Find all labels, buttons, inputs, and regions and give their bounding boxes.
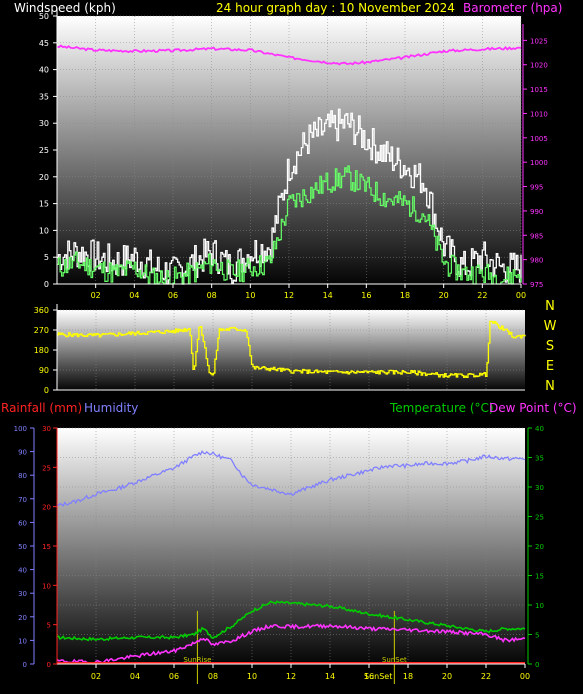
wind-x-tick-label: 22 xyxy=(477,291,487,300)
humidity-y-tick-label: 40 xyxy=(18,567,27,575)
baro-axis-title: Barometer (hpa) xyxy=(463,1,562,15)
direction-y-tick-label: 360 xyxy=(34,306,49,315)
wind-x-tick-label: 20 xyxy=(439,291,449,300)
temp-y-tick-label: 35 xyxy=(535,455,544,463)
humidity-y-tick-label: 100 xyxy=(14,425,27,433)
rain-y-tick-label: 15 xyxy=(42,543,51,551)
wind-x-tick-label: 04 xyxy=(129,291,139,300)
temp-y-tick-label: 30 xyxy=(535,484,544,492)
rain-y-tick-label: 5 xyxy=(47,622,51,630)
humidity-y-tick-label: 70 xyxy=(18,496,27,504)
temp-x-tick-label: 10 xyxy=(247,672,257,681)
humidity-y-tick-label: 50 xyxy=(18,543,27,551)
baro-y-tick-label: 1005 xyxy=(530,135,548,143)
rain-y-tick-label: 20 xyxy=(42,504,51,512)
direction-y-tick-label: 180 xyxy=(34,346,49,355)
wind-y-tick-label: 50 xyxy=(39,12,49,21)
temp-y-tick-label: 15 xyxy=(535,573,544,581)
wind-y-tick-label: 45 xyxy=(39,39,49,48)
wind-x-tick-label: 16 xyxy=(361,291,371,300)
temp-x-tick-label: 02 xyxy=(91,672,101,681)
temp-y-tick-label: 10 xyxy=(535,602,544,610)
baro-y-tick-label: 1025 xyxy=(530,37,548,45)
wind-x-tick-label: 00 xyxy=(516,291,526,300)
humidity-y-tick-label: 30 xyxy=(18,590,27,598)
wind-y-tick-label: 35 xyxy=(39,92,49,101)
temp-axis-title: Temperature (°C) xyxy=(389,401,494,415)
temp-x-tick-label: 18 xyxy=(403,672,413,681)
temp-x-tick-label: 14 xyxy=(325,672,335,681)
rain-y-tick-label: 0 xyxy=(47,661,51,669)
humidity-y-tick-label: 20 xyxy=(18,614,27,622)
compass-label: N xyxy=(545,379,555,394)
wind-y-tick-label: 0 xyxy=(44,280,49,289)
compass-label: E xyxy=(546,359,554,374)
baro-y-tick-label: 980 xyxy=(530,257,543,265)
wind-y-tick-label: 5 xyxy=(44,253,49,262)
wind-x-tick-label: 14 xyxy=(323,291,333,300)
temp-y-tick-label: 5 xyxy=(535,632,539,640)
wind-x-tick-label: 12 xyxy=(284,291,294,300)
baro-y-tick-label: 1010 xyxy=(530,110,548,118)
wind-y-tick-label: 20 xyxy=(39,173,49,182)
humidity-y-tick-label: 90 xyxy=(18,449,27,457)
wind-x-tick-label: 02 xyxy=(91,291,101,300)
wind-x-tick-label: 08 xyxy=(207,291,217,300)
wind-x-tick-label: 18 xyxy=(400,291,410,300)
baro-y-tick-label: 1020 xyxy=(530,62,548,70)
wind-axis-title: Windspeed (kph) xyxy=(14,1,116,15)
dew-axis-title: Dew Point (°C) xyxy=(489,401,577,415)
temp-y-tick-label: 20 xyxy=(535,543,544,551)
temp-y-tick-label: 25 xyxy=(535,514,544,522)
compass-label: N xyxy=(545,299,555,314)
sunset-bottom-label: SunSet xyxy=(364,672,392,681)
baro-y-tick-label: 990 xyxy=(530,208,543,216)
humidity-y-tick-label: 0 xyxy=(23,661,27,669)
temp-x-tick-label: 22 xyxy=(481,672,491,681)
baro-y-tick-label: 1000 xyxy=(530,159,548,167)
humidity-y-tick-label: 80 xyxy=(18,472,27,480)
humidity-y-tick-label: 10 xyxy=(18,637,27,645)
baro-y-tick-label: 1015 xyxy=(530,86,548,94)
wind-y-tick-label: 30 xyxy=(39,119,49,128)
temp-x-tick-label: 08 xyxy=(208,672,218,681)
wind-x-tick-label: 06 xyxy=(168,291,178,300)
humidity-y-tick-label: 60 xyxy=(18,519,27,527)
rain-y-tick-label: 25 xyxy=(42,464,51,472)
temp-x-tick-label: 04 xyxy=(130,672,140,681)
rain-axis-title: Rainfall (mm) xyxy=(1,401,82,415)
temp-y-tick-label: 40 xyxy=(535,425,544,433)
rain-y-tick-label: 10 xyxy=(42,582,51,590)
humidity-axis-title: Humidity xyxy=(84,401,138,415)
wind-y-tick-label: 25 xyxy=(39,146,49,155)
wind-y-tick-label: 40 xyxy=(39,66,49,75)
temp-x-tick-label: 06 xyxy=(169,672,179,681)
compass-label: W xyxy=(544,319,557,334)
weather-graph: Windspeed (kph) 24 hour graph day : 10 N… xyxy=(1,1,577,684)
baro-y-tick-label: 975 xyxy=(530,281,543,289)
baro-y-tick-label: 995 xyxy=(530,184,543,192)
direction-y-tick-label: 0 xyxy=(44,386,49,395)
compass-label: S xyxy=(546,339,554,354)
temp-x-tick-label: 20 xyxy=(442,672,452,681)
wind-x-tick-label: 10 xyxy=(245,291,255,300)
wind-y-tick-label: 10 xyxy=(39,226,49,235)
direction-y-tick-label: 90 xyxy=(39,366,49,375)
temp-x-tick-label: 00 xyxy=(520,672,530,681)
temp-x-tick-label: 12 xyxy=(286,672,296,681)
rain-y-tick-label: 30 xyxy=(42,425,51,433)
direction-y-tick-label: 270 xyxy=(34,326,49,335)
temp-y-tick-label: 0 xyxy=(535,661,539,669)
graph-title: 24 hour graph day : 10 November 2024 xyxy=(216,1,455,15)
baro-y-tick-label: 985 xyxy=(530,232,543,240)
wind-y-tick-label: 15 xyxy=(39,200,49,209)
